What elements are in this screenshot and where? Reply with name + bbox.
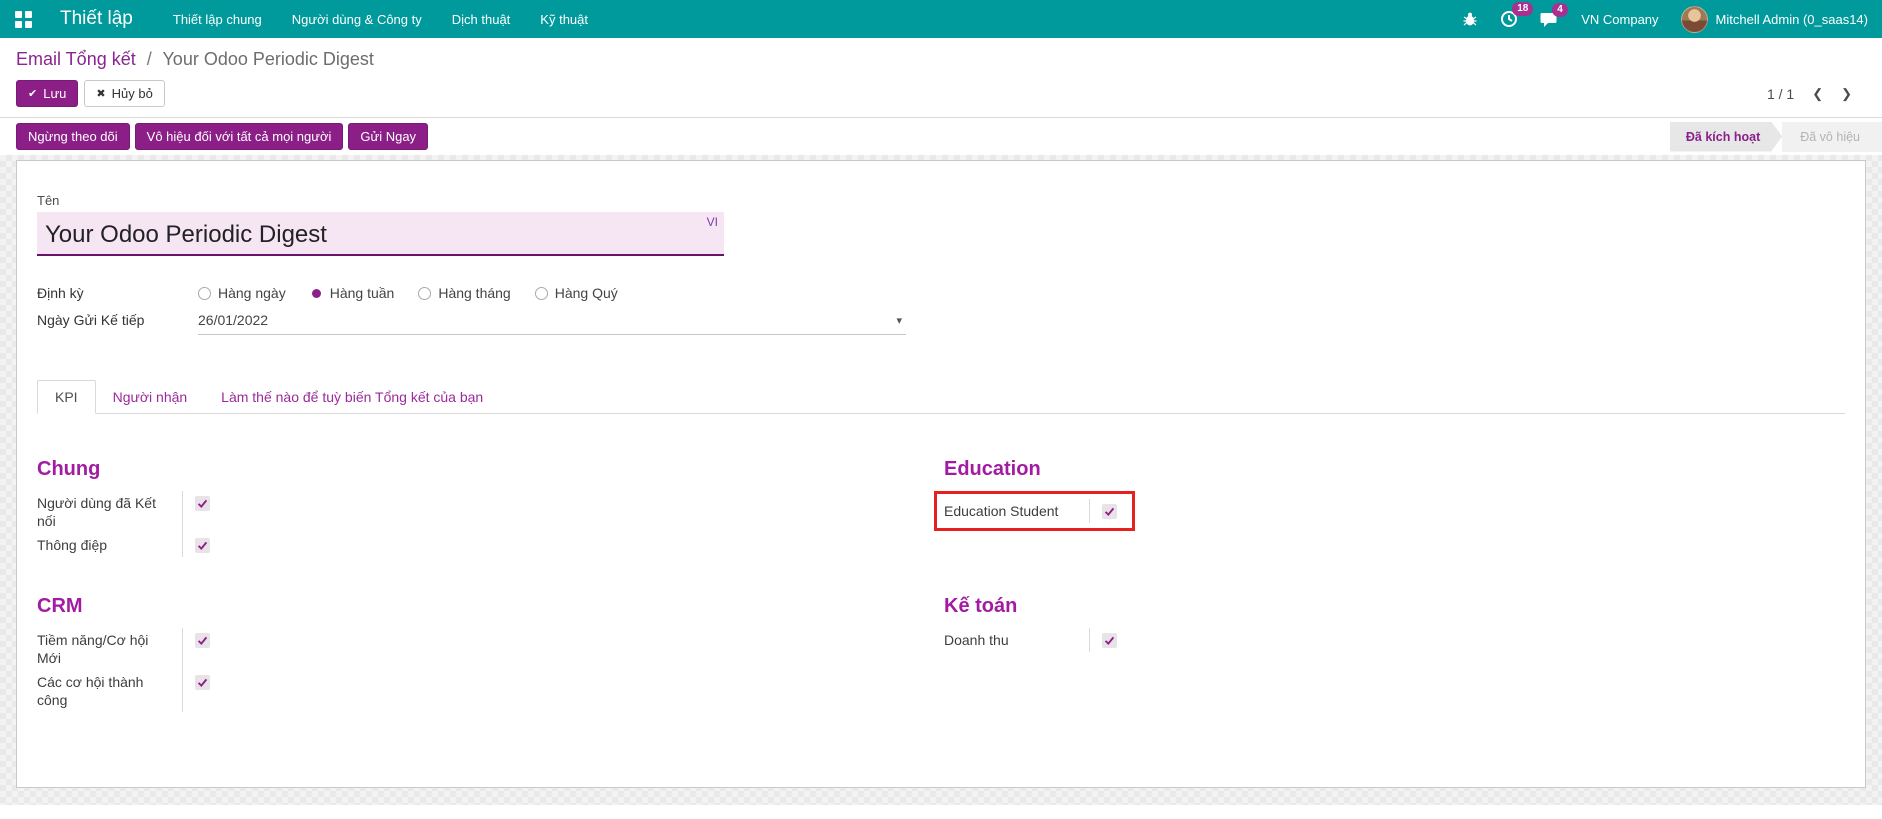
checkbox-education-student[interactable] <box>1102 504 1117 519</box>
breadcrumb-current: Your Odoo Periodic Digest <box>162 49 373 69</box>
name-field: VI <box>37 212 724 256</box>
checkbox-won-opportunities[interactable] <box>195 675 210 690</box>
user-menu[interactable]: Mitchell Admin (0_saas14) <box>1681 6 1868 33</box>
radio-icon <box>198 287 211 300</box>
menu-general-settings[interactable]: Thiết lập chung <box>173 10 262 29</box>
kpi-section-general: Chung Người dùng đã Kết nối Thông điệp <box>37 458 944 557</box>
checkbox-check-icon <box>1104 506 1115 517</box>
apps-grid-icon <box>15 11 32 28</box>
kpi-row-won-opportunities: Các cơ hội thành công <box>37 670 944 712</box>
checkbox-messages[interactable] <box>195 538 210 553</box>
top-navbar: Thiết lập Thiết lập chung Người dùng & C… <box>0 0 1882 38</box>
chevron-right-icon[interactable]: ❯ <box>1841 86 1852 102</box>
kpi-row-connected-users: Người dùng đã Kết nối <box>37 491 944 533</box>
unfollow-button[interactable]: Ngừng theo dõi <box>16 123 130 150</box>
checkbox-revenue[interactable] <box>1102 633 1117 648</box>
company-switcher[interactable]: VN Company <box>1581 12 1658 27</box>
checkbox-check-icon <box>197 498 208 509</box>
user-name: Mitchell Admin (0_saas14) <box>1716 12 1868 27</box>
kpi-section-accounting: Kế toán Doanh thu <box>944 595 1845 712</box>
name-input[interactable] <box>37 212 724 254</box>
form-sheet: Tên VI Định kỳ Hàng ngày Hàng tuần Hàng … <box>16 160 1866 788</box>
next-run-date-field[interactable]: ▾ <box>198 309 906 335</box>
tab-customize[interactable]: Làm thế nào để tuỳ biến Tổng kết của bạn <box>204 381 500 413</box>
kpi-row-new-leads: Tiềm năng/Cơ hội Mới <box>37 628 944 670</box>
send-now-button[interactable]: Gửi Ngay <box>348 123 428 150</box>
radio-weekly[interactable]: Hàng tuần <box>310 285 395 301</box>
periodicity-radio-group: Hàng ngày Hàng tuần Hàng tháng Hàng Quý <box>198 282 618 301</box>
name-field-label: Tên <box>37 193 1845 208</box>
section-title: CRM <box>37 595 944 618</box>
radio-monthly[interactable]: Hàng tháng <box>418 285 510 301</box>
chevron-left-icon[interactable]: ❮ <box>1812 86 1823 102</box>
messages-icon[interactable]: 4 <box>1540 11 1559 28</box>
tab-kpi[interactable]: KPI <box>37 380 96 414</box>
activities-count-badge: 18 <box>1512 2 1533 16</box>
kpi-row-education-student: Education Student <box>944 499 1124 523</box>
breadcrumb-parent-link[interactable]: Email Tổng kết <box>16 49 136 69</box>
kpi-row-revenue: Doanh thu <box>944 628 1845 652</box>
kpi-row-messages: Thông điệp <box>37 533 944 557</box>
section-title: Kế toán <box>944 595 1845 618</box>
menu-users-companies[interactable]: Người dùng & Công ty <box>292 10 422 29</box>
radio-icon <box>418 287 431 300</box>
checkbox-check-icon <box>1104 635 1115 646</box>
checkbox-connected-users[interactable] <box>195 496 210 511</box>
content-background: Tên VI Định kỳ Hàng ngày Hàng tuần Hàng … <box>0 155 1882 805</box>
topbar-systray: 18 4 VN Company Mitchell Admin (0_saas14… <box>1462 6 1868 33</box>
menu-technical[interactable]: Kỹ thuật <box>540 10 588 29</box>
menu-translations[interactable]: Dịch thuật <box>452 10 511 29</box>
next-run-date-input[interactable] <box>198 312 896 328</box>
radio-quarterly[interactable]: Hàng Quý <box>535 285 618 301</box>
highlight-annotation-box: Education Student <box>934 491 1135 531</box>
apps-menu-button[interactable] <box>0 0 46 38</box>
checkbox-check-icon <box>197 635 208 646</box>
discard-button[interactable]: ✖ Hủy bỏ <box>84 80 164 107</box>
next-run-label: Ngày Gửi Kế tiếp <box>37 309 198 335</box>
radio-daily[interactable]: Hàng ngày <box>198 285 286 301</box>
deactivate-for-all-button[interactable]: Vô hiệu đối với tất cả mọi người <box>135 123 344 150</box>
control-panel: Email Tổng kết / Your Odoo Periodic Dige… <box>0 38 1882 118</box>
form-status-header: Ngừng theo dõi Vô hiệu đối với tất cả mọ… <box>0 118 1882 155</box>
translation-badge[interactable]: VI <box>707 215 718 229</box>
breadcrumb-separator: / <box>147 49 152 69</box>
checkbox-check-icon <box>197 540 208 551</box>
kpi-grid: Chung Người dùng đã Kết nối Thông điệp <box>37 458 1845 712</box>
close-icon: ✖ <box>96 87 105 100</box>
save-button[interactable]: ✔ Lưu <box>16 80 78 107</box>
tab-recipients[interactable]: Người nhận <box>96 381 205 413</box>
notebook-tabs: KPI Người nhận Làm thế nào để tuỳ biến T… <box>37 377 1845 414</box>
periodicity-label: Định kỳ <box>37 282 198 301</box>
activities-icon[interactable]: 18 <box>1500 10 1518 28</box>
check-icon: ✔ <box>28 87 37 100</box>
checkbox-check-icon <box>197 677 208 688</box>
section-title: Education <box>944 458 1845 481</box>
radio-selected-icon <box>310 287 323 300</box>
section-title: Chung <box>37 458 944 481</box>
status-step-activated[interactable]: Đã kích hoạt <box>1670 122 1782 152</box>
app-title[interactable]: Thiết lập <box>60 8 133 30</box>
kpi-section-education: Education Education Student <box>944 458 1845 557</box>
pager: 1 / 1 ❮ ❯ <box>1767 86 1866 102</box>
checkbox-new-leads[interactable] <box>195 633 210 648</box>
caret-down-icon: ▾ <box>896 314 902 327</box>
messages-count-badge: 4 <box>1552 3 1568 17</box>
statusbar: Đã kích hoạt Đã vô hiệu <box>1670 122 1882 152</box>
top-menu: Thiết lập chung Người dùng & Công ty Dịc… <box>173 10 588 29</box>
debug-icon[interactable] <box>1462 11 1478 27</box>
pager-value: 1 / 1 <box>1767 86 1794 102</box>
user-avatar <box>1681 6 1708 33</box>
radio-icon <box>535 287 548 300</box>
breadcrumb: Email Tổng kết / Your Odoo Periodic Dige… <box>16 49 1866 70</box>
status-step-deactivated[interactable]: Đã vô hiệu <box>1782 122 1882 152</box>
kpi-section-crm: CRM Tiềm năng/Cơ hội Mới Các cơ hội thàn… <box>37 595 944 712</box>
